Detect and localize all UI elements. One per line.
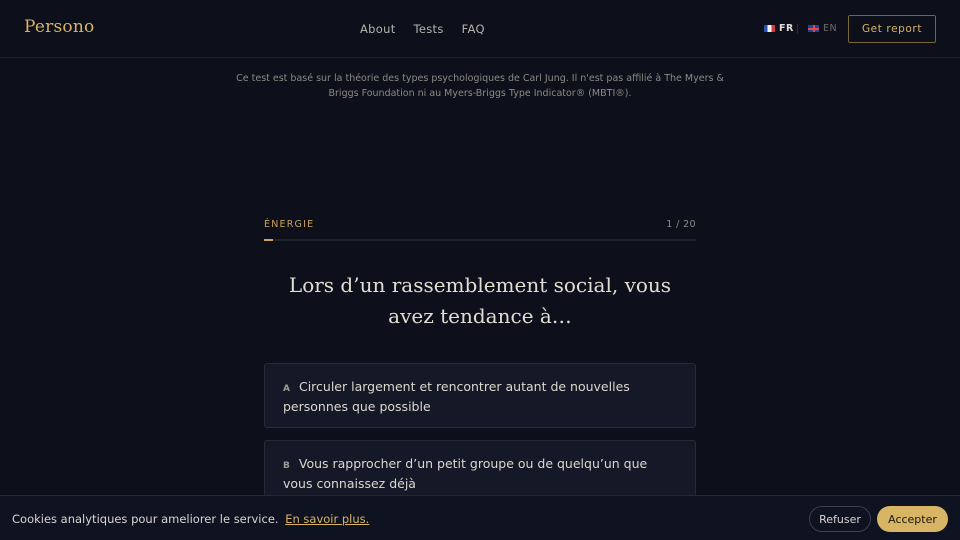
- language-en-button[interactable]: EN: [808, 23, 837, 34]
- question-category: ÉNERGIE: [264, 219, 315, 230]
- answer-letter: A: [283, 384, 290, 394]
- progress-bar: [264, 239, 696, 241]
- answer-text: Circuler largement et rencontrer autant …: [283, 379, 630, 414]
- progress-bar-fill: [264, 239, 273, 241]
- question-counter: 1 / 20: [666, 219, 696, 230]
- disclaimer-text: Ce test est basé sur la théorie des type…: [236, 73, 724, 99]
- language-divider: [797, 24, 798, 34]
- flag-fr-icon: [764, 25, 775, 32]
- answer-letter: B: [283, 461, 290, 471]
- flag-uk-icon: [808, 25, 819, 32]
- cookie-banner: Cookies analytiques pour ameliorer le se…: [0, 495, 960, 540]
- answer-text: Vous rapprocher d’un petit groupe ou de …: [283, 456, 648, 491]
- language-en-label: EN: [823, 23, 838, 34]
- answer-option-a[interactable]: A Circuler largement et rencontrer autant…: [264, 363, 696, 428]
- logo[interactable]: Persono: [24, 17, 94, 37]
- language-fr-label: FR: [779, 23, 794, 34]
- cookie-refuse-button[interactable]: Refuser: [809, 506, 871, 532]
- nav-link-about[interactable]: About: [360, 22, 396, 36]
- main-nav: About Tests FAQ: [360, 22, 485, 36]
- nav-link-faq[interactable]: FAQ: [462, 22, 485, 36]
- cookie-accept-button[interactable]: Accepter: [877, 506, 948, 532]
- cookie-text: Cookies analytiques pour ameliorer le se…: [12, 512, 279, 526]
- cookie-learn-more-link[interactable]: En savoir plus.: [285, 512, 369, 526]
- nav-link-tests[interactable]: Tests: [414, 22, 444, 36]
- question-text: Lors d’un rassemblement social, vous ave…: [288, 273, 672, 328]
- get-report-button[interactable]: Get report: [848, 15, 936, 43]
- top-navigation-bar: Persono About Tests FAQ FR EN Get report: [0, 0, 960, 58]
- cookie-message: Cookies analytiques pour ameliorer le se…: [12, 512, 369, 526]
- language-fr-button[interactable]: FR: [764, 23, 794, 34]
